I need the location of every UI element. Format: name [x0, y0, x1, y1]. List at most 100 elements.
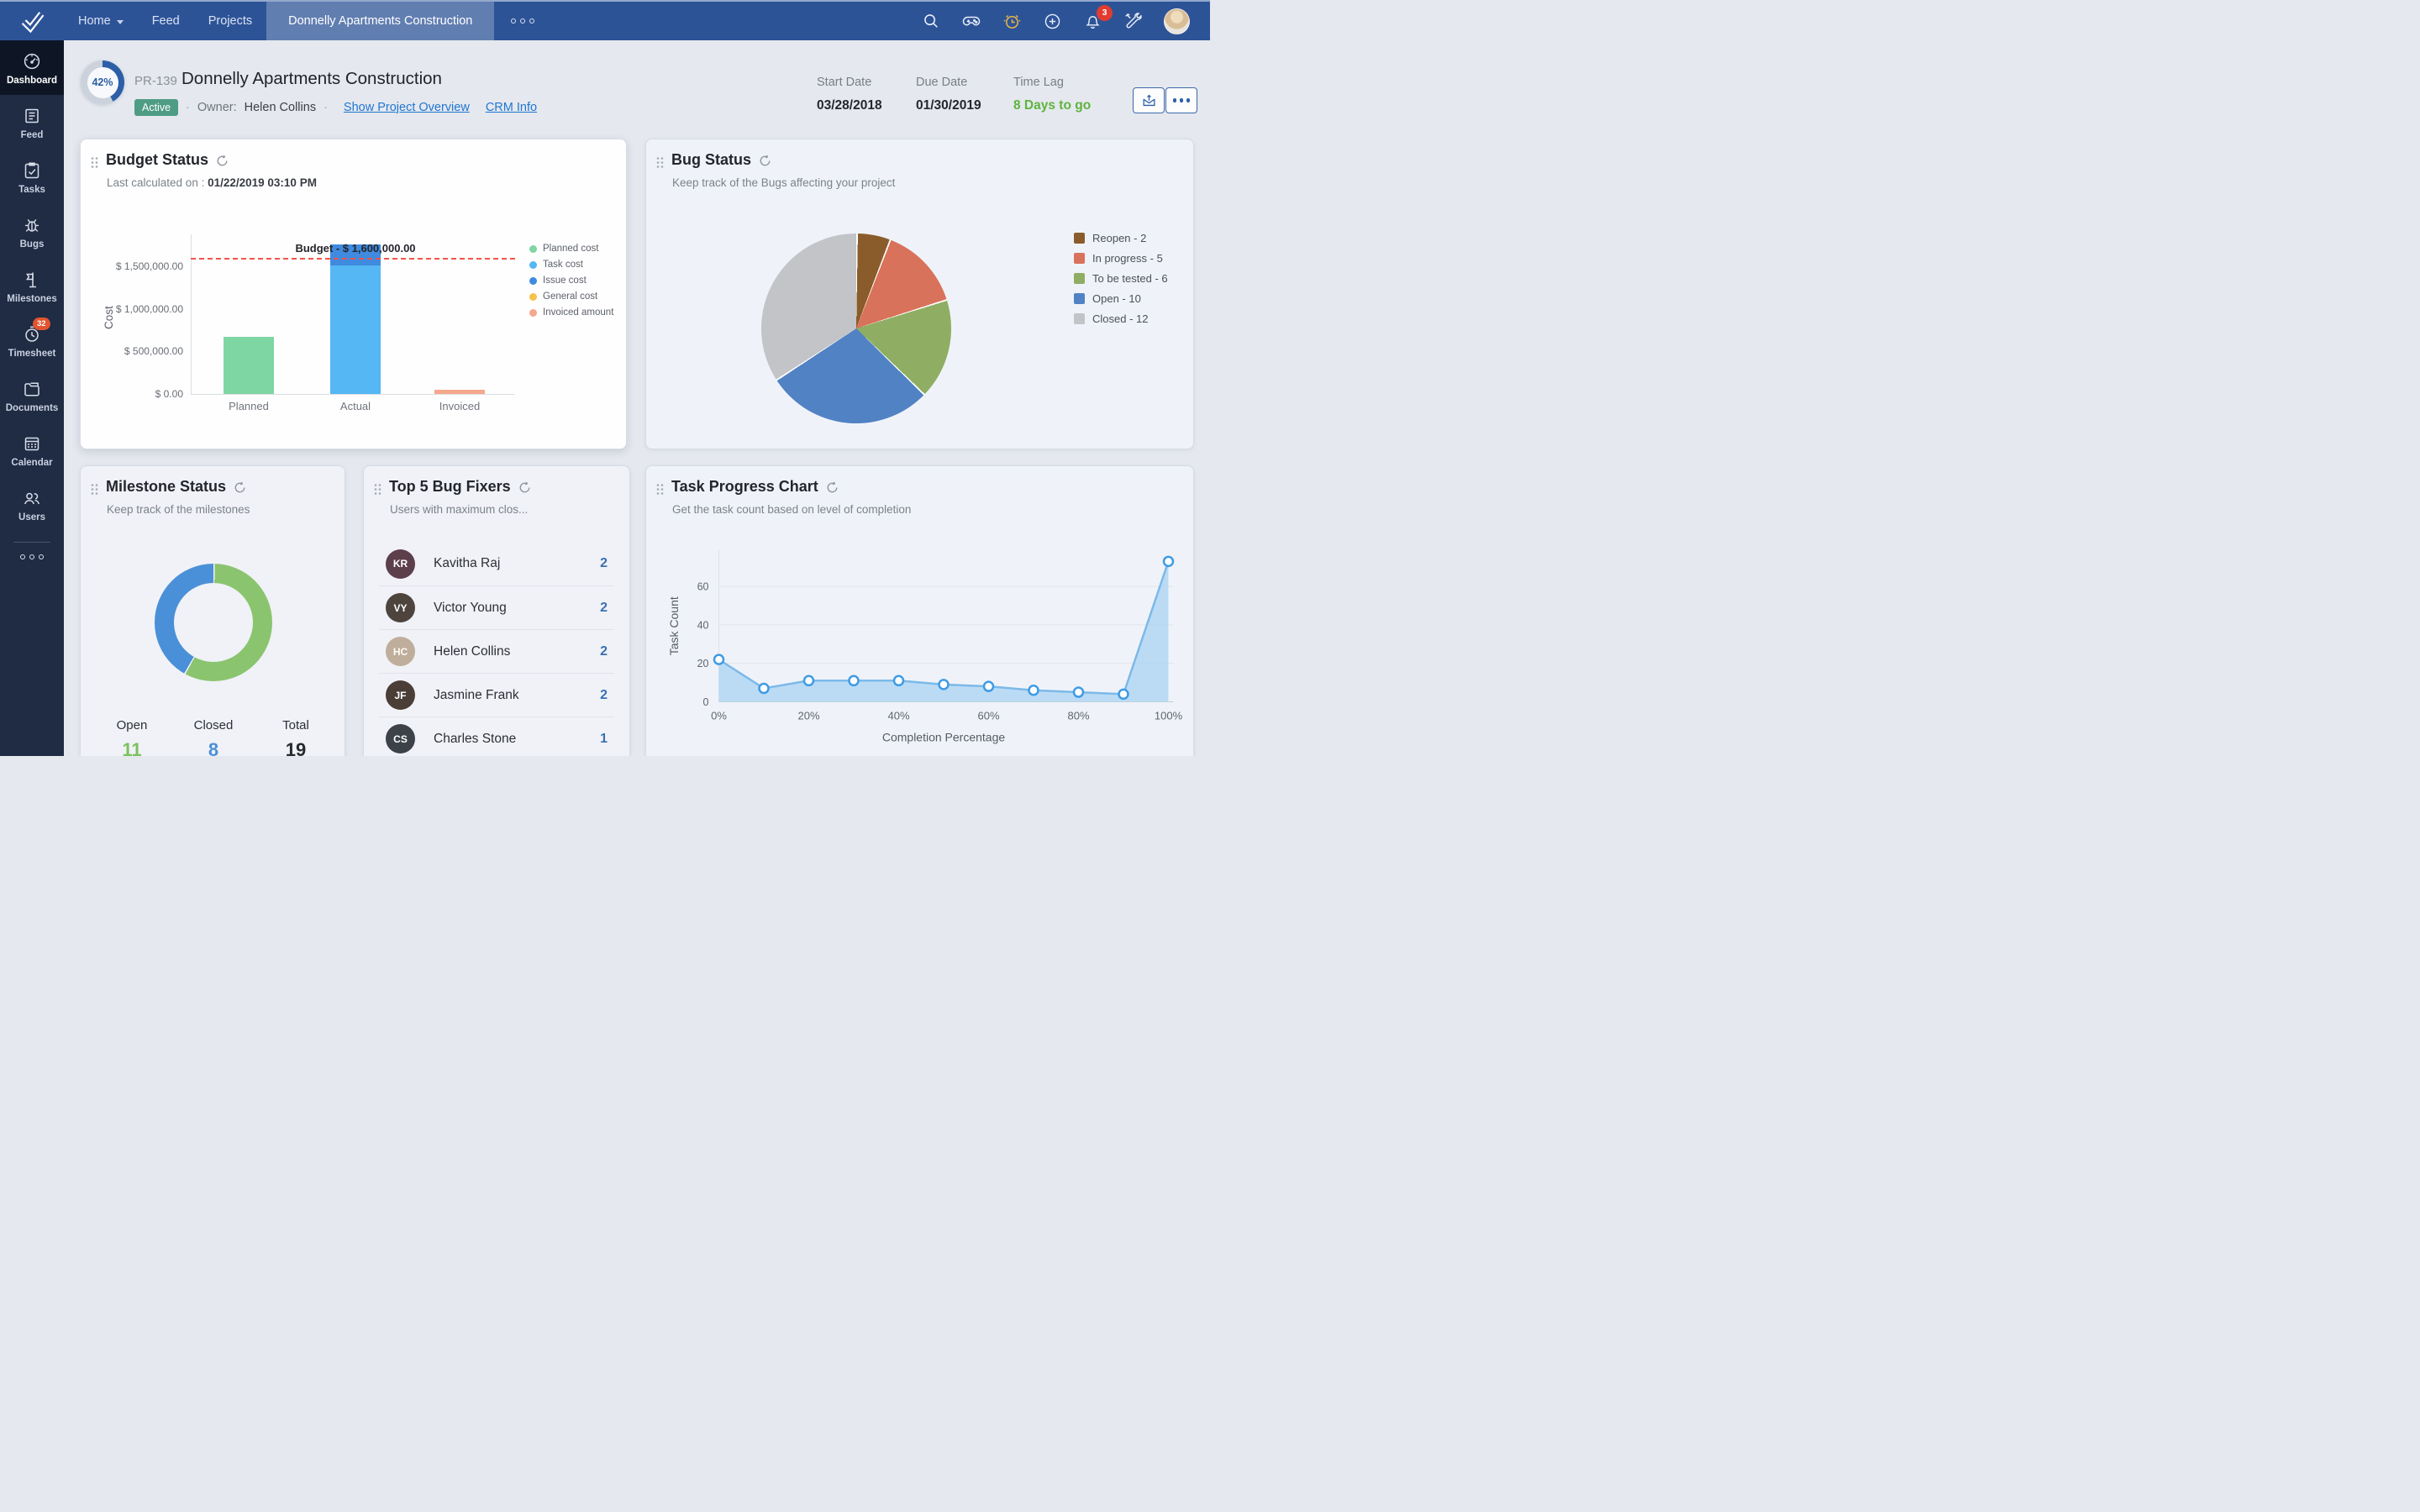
sidebar-item-dashboard[interactable]: Dashboard	[0, 40, 64, 95]
task-progress-point[interactable]	[1072, 686, 1085, 698]
nav-item-label: Home	[78, 14, 111, 28]
notifications-bell-icon[interactable]: 3	[1083, 4, 1113, 31]
sidebar-item-tasks[interactable]: Tasks	[0, 150, 64, 204]
stat-label: Time Lag	[1013, 76, 1064, 89]
planned-cost-bar[interactable]	[224, 336, 274, 394]
legend-swatch-icon	[1074, 293, 1085, 304]
nav-more-tabs-button[interactable]	[494, 2, 551, 40]
nav-item-label: Projects	[208, 14, 253, 28]
task-cost-bar[interactable]	[330, 265, 381, 394]
send-mail-button[interactable]	[1133, 87, 1165, 113]
sidebar-divider	[13, 542, 50, 543]
budget-category-label: Actual	[339, 400, 371, 412]
crm-info-link[interactable]: CRM Info	[486, 101, 537, 114]
drag-handle-icon[interactable]	[91, 156, 98, 169]
bug-fixer-row[interactable]: HC Helen Collins 2	[379, 629, 614, 673]
budget-limit-line	[191, 257, 515, 260]
search-icon[interactable]	[922, 12, 940, 30]
user-avatar[interactable]	[1164, 8, 1190, 34]
task-progress-point[interactable]	[1118, 688, 1129, 701]
task-progress-card: Task Progress Chart Get the task count b…	[645, 465, 1194, 756]
task-progress-point[interactable]	[713, 654, 725, 665]
calendar-icon	[22, 433, 42, 454]
legend-item-to-be-tested: To be tested - 6	[1074, 272, 1168, 285]
stat-label: Total	[282, 718, 309, 732]
task-xtick-label: 100%	[1155, 710, 1183, 722]
drag-handle-icon[interactable]	[656, 156, 664, 169]
legend-swatch-icon	[1074, 233, 1085, 244]
nav-tab-active-project[interactable]: Donnelly Apartments Construction	[266, 2, 495, 40]
add-new-icon[interactable]	[1043, 12, 1062, 31]
drag-handle-icon[interactable]	[374, 483, 381, 496]
nav-item-feed[interactable]: Feed	[138, 2, 194, 40]
sidebar-item-calendar[interactable]: Calendar	[0, 423, 64, 477]
sidebar-item-feed[interactable]: Feed	[0, 95, 64, 150]
sidebar-item-label: Tasks	[18, 185, 45, 195]
nav-item-projects[interactable]: Projects	[194, 2, 266, 40]
project-progress-ring: 42%	[81, 60, 124, 104]
card-title: Budget Status	[106, 151, 209, 168]
legend-item-invoiced-amount: Invoiced amount	[529, 307, 613, 318]
sidebar-item-milestones[interactable]: Milestones	[0, 259, 64, 313]
bug-fixer-row[interactable]: VY Victor Young 2	[379, 585, 614, 629]
bug-status-pie-chart[interactable]	[761, 234, 951, 423]
legend-label: Reopen - 2	[1092, 232, 1147, 244]
bug-fixer-row[interactable]: CS Charles Stone 1	[379, 717, 614, 756]
sidebar-item-label: Milestones	[7, 294, 57, 304]
task-ytick-label: 0	[703, 696, 709, 708]
envelope-icon	[1143, 94, 1155, 107]
milestone-donut-chart[interactable]	[155, 564, 272, 681]
header-more-button[interactable]	[1165, 87, 1197, 113]
sidebar-item-bugs[interactable]: Bugs	[0, 204, 64, 259]
bug-fixer-count: 2	[600, 600, 608, 615]
sidebar-more-button[interactable]	[20, 554, 44, 559]
legend-item-in-progress: In progress - 5	[1074, 252, 1163, 265]
owner-name[interactable]: Helen Collins	[245, 101, 316, 114]
task-progress-point[interactable]	[982, 680, 995, 692]
show-project-overview-link[interactable]: Show Project Overview	[344, 101, 470, 114]
bug-fixer-row[interactable]: KR Kavitha Raj 2	[379, 542, 614, 585]
task-progress-point[interactable]	[848, 675, 860, 687]
zoho-projects-logo[interactable]	[0, 2, 64, 40]
task-ytick-label: 60	[697, 581, 709, 593]
timer-clock-icon[interactable]	[1002, 12, 1022, 31]
bug-status-card: Bug Status Keep track of the Bugs affect…	[645, 139, 1194, 449]
task-progress-point[interactable]	[1028, 685, 1039, 696]
main-nav: Home Feed Projects	[64, 2, 266, 40]
legend-swatch-icon	[1074, 253, 1085, 264]
project-progress-value: 42%	[92, 76, 113, 88]
invoiced-amount-bar[interactable]	[434, 389, 485, 394]
card-title: Bug Status	[671, 151, 752, 168]
budget-ytick: $ 1,000,000.00	[115, 302, 183, 315]
tasks-icon	[22, 160, 42, 181]
refresh-icon[interactable]	[216, 155, 229, 167]
sidebar-item-label: Bugs	[19, 239, 45, 249]
sidebar-item-label: Timesheet	[8, 349, 56, 359]
task-progress-point[interactable]	[892, 675, 905, 687]
refresh-icon[interactable]	[234, 481, 246, 494]
refresh-icon[interactable]	[518, 481, 531, 494]
tools-settings-icon[interactable]	[1123, 12, 1143, 31]
bug-fixer-count: 1	[600, 731, 608, 746]
drag-handle-icon[interactable]	[91, 483, 98, 496]
task-progress-point[interactable]	[938, 679, 950, 690]
stat-label: Due Date	[916, 76, 968, 89]
bug-fixer-row[interactable]: JF Jasmine Frank 2	[379, 673, 614, 717]
avatar: JF	[386, 680, 415, 710]
sidebar-item-users[interactable]: Users	[0, 477, 64, 532]
stat-value: 8 Days to go	[1013, 98, 1092, 113]
avatar: VY	[386, 593, 415, 622]
games-icon[interactable]	[961, 11, 981, 31]
refresh-icon[interactable]	[759, 155, 771, 167]
nav-item-home[interactable]: Home	[64, 2, 138, 40]
stat-value: 11	[122, 739, 142, 756]
legend-label: To be tested - 6	[1092, 272, 1168, 285]
sidebar-item-documents[interactable]: Documents	[0, 368, 64, 423]
legend-item-general-cost: General cost	[529, 291, 597, 302]
task-progress-point[interactable]	[1162, 555, 1175, 568]
task-y-axis-title: Task Count	[667, 596, 681, 655]
sidebar-item-timesheet[interactable]: 32 Timesheet	[0, 313, 64, 368]
task-progress-point[interactable]	[758, 682, 770, 695]
notification-count-badge: 3	[1097, 4, 1113, 21]
task-progress-point[interactable]	[802, 675, 815, 687]
